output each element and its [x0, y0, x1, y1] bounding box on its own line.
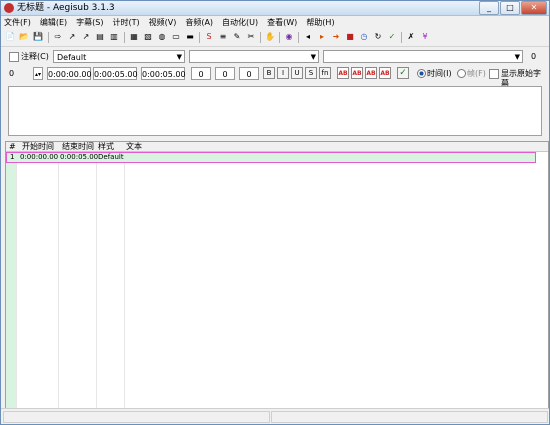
secondary-color-button[interactable]: AB — [351, 67, 363, 79]
chevron-down-icon: ▼ — [310, 53, 316, 61]
stop-icon[interactable]: ■ — [344, 31, 356, 43]
ball-icon[interactable]: ◉ — [283, 31, 295, 43]
save-icon[interactable]: 💾 — [32, 31, 44, 43]
bold-button[interactable]: B — [263, 67, 275, 79]
video-icon[interactable]: ▭ — [170, 31, 182, 43]
effect-select[interactable]: ▼ — [323, 50, 523, 63]
tool-icon[interactable]: ✗ — [405, 31, 417, 43]
row-number: 1 — [10, 153, 15, 161]
clock-icon[interactable]: ◷ — [358, 31, 370, 43]
globe-icon[interactable]: ◍ — [156, 31, 168, 43]
scissor-icon[interactable]: ✂ — [245, 31, 257, 43]
time-label: 时间(I) — [427, 69, 452, 78]
row-end-time: 0:00:05.00 — [60, 153, 99, 161]
toolbar: 📄 📂 💾 ⇨ ↗ ↗ ▤ ▥ ▦ ▧ ◍ ▭ ▬ S ≡ ✎ ✂ ✋ ◉ ◂ … — [1, 29, 549, 47]
chevron-down-icon: ▼ — [176, 53, 182, 61]
start-time-field[interactable]: 0:00:00.00 — [47, 67, 92, 80]
new-file-icon[interactable]: 📄 — [4, 31, 16, 43]
arrow-icon[interactable]: ➜ — [330, 31, 342, 43]
menu-audio[interactable]: 音频(A) — [182, 16, 216, 29]
notes-icon[interactable]: ≡ — [217, 31, 229, 43]
style-icon[interactable]: ¥ — [419, 31, 431, 43]
menu-automation[interactable]: 自动化(U) — [219, 16, 261, 29]
menu-help[interactable]: 帮助(H) — [303, 16, 337, 29]
check-icon[interactable]: ✓ — [386, 31, 398, 43]
minimize-button[interactable]: _ — [479, 1, 499, 15]
layer-spinner[interactable]: ▴▾ — [33, 67, 43, 80]
table-row[interactable]: 1 0:00:00.00 0:00:05.00 Default — [6, 152, 536, 163]
spell-icon[interactable]: S — [203, 31, 215, 43]
outline-color-button[interactable]: AB — [365, 67, 377, 79]
font-button[interactable]: fn — [319, 67, 331, 79]
primary-color-button[interactable]: AB — [337, 67, 349, 79]
frame-radio[interactable] — [457, 69, 466, 78]
status-pane-left — [3, 411, 270, 423]
comment-label: 注释(C) — [21, 52, 49, 61]
film-icon[interactable]: ▬ — [184, 31, 196, 43]
prev-icon[interactable]: ◂ — [302, 31, 314, 43]
subtitle-text-area[interactable] — [8, 86, 542, 136]
props2-icon[interactable]: ▧ — [142, 31, 154, 43]
close-button[interactable]: ✕ — [521, 1, 547, 15]
margin-right-field[interactable]: 0 — [215, 67, 235, 80]
actor-select[interactable]: ▼ — [189, 50, 319, 63]
col-style: 样式 — [98, 142, 114, 151]
maximize-button[interactable]: □ — [500, 1, 520, 15]
title-bar[interactable]: 无标题 - Aegisub 3.1.3 _ □ ✕ — [1, 1, 549, 16]
end-time-field[interactable]: 0:00:05.00 — [93, 67, 138, 80]
status-bar — [1, 408, 549, 424]
pin2-icon[interactable]: ↗ — [80, 31, 92, 43]
window-title: 无标题 - Aegisub 3.1.3 — [17, 3, 115, 13]
margin-vertical-field[interactable]: 0 — [239, 67, 259, 80]
subtitle-grid: # 开始时间 结束时间 样式 文本 1 0:00:00.00 0:00:05.0… — [5, 141, 549, 409]
frame-label: 帧(F) — [467, 69, 486, 78]
grid-header: # 开始时间 结束时间 样式 文本 — [6, 142, 548, 152]
comment-checkbox[interactable] — [9, 52, 19, 62]
app-window: 无标题 - Aegisub 3.1.3 _ □ ✕ 文件(F) 编辑(E) 字幕… — [0, 0, 550, 425]
italic-button[interactable]: I — [277, 67, 289, 79]
menu-subtitle[interactable]: 字幕(S) — [73, 16, 106, 29]
style-select[interactable]: Default ▼ — [53, 50, 185, 63]
commit-button[interactable]: ✓ — [397, 67, 409, 79]
aegisub-logo-icon — [4, 3, 14, 13]
row-start-time: 0:00:00.00 — [20, 153, 59, 161]
col-end-time: 结束时间 — [62, 142, 94, 151]
props-icon[interactable]: ▦ — [128, 31, 140, 43]
chevron-down-icon: ▼ — [514, 53, 520, 61]
menu-bar: 文件(F) 编辑(E) 字幕(S) 计时(T) 视频(V) 音频(A) 自动化(… — [1, 16, 549, 29]
menu-timing[interactable]: 计时(T) — [109, 16, 142, 29]
refresh-icon[interactable]: ↻ — [372, 31, 384, 43]
pencil-icon[interactable]: ✎ — [231, 31, 243, 43]
menu-video[interactable]: 视频(V) — [146, 16, 180, 29]
margin-left-field[interactable]: 0 — [191, 67, 211, 80]
underline-button[interactable]: U — [291, 67, 303, 79]
menu-file[interactable]: 文件(F) — [1, 16, 34, 29]
show-original-checkbox[interactable] — [489, 69, 499, 79]
menu-edit[interactable]: 编辑(E) — [37, 16, 70, 29]
doc-icon[interactable]: ▤ — [94, 31, 106, 43]
open-file-icon[interactable]: 📂 — [18, 31, 30, 43]
style-value: Default — [57, 53, 87, 62]
layer-field[interactable]: 0 — [9, 67, 31, 80]
duration-field[interactable]: 0:00:05.00 — [141, 67, 186, 80]
menu-view[interactable]: 查看(W) — [264, 16, 300, 29]
next-icon[interactable]: ▸ — [316, 31, 328, 43]
pin-icon[interactable]: ↗ — [66, 31, 78, 43]
doc2-icon[interactable]: ▥ — [108, 31, 120, 43]
jump-icon[interactable]: ⇨ — [52, 31, 64, 43]
effect-margin-value: 0 — [531, 52, 537, 61]
row-number-column — [6, 163, 16, 408]
time-radio[interactable] — [417, 69, 426, 78]
status-pane-right — [271, 411, 548, 423]
col-text: 文本 — [126, 142, 142, 151]
hand-icon[interactable]: ✋ — [264, 31, 276, 43]
strikeout-button[interactable]: S — [305, 67, 317, 79]
shadow-color-button[interactable]: AB — [379, 67, 391, 79]
col-number: # — [9, 142, 16, 151]
row-style: Default — [98, 153, 124, 161]
col-start-time: 开始时间 — [22, 142, 54, 151]
